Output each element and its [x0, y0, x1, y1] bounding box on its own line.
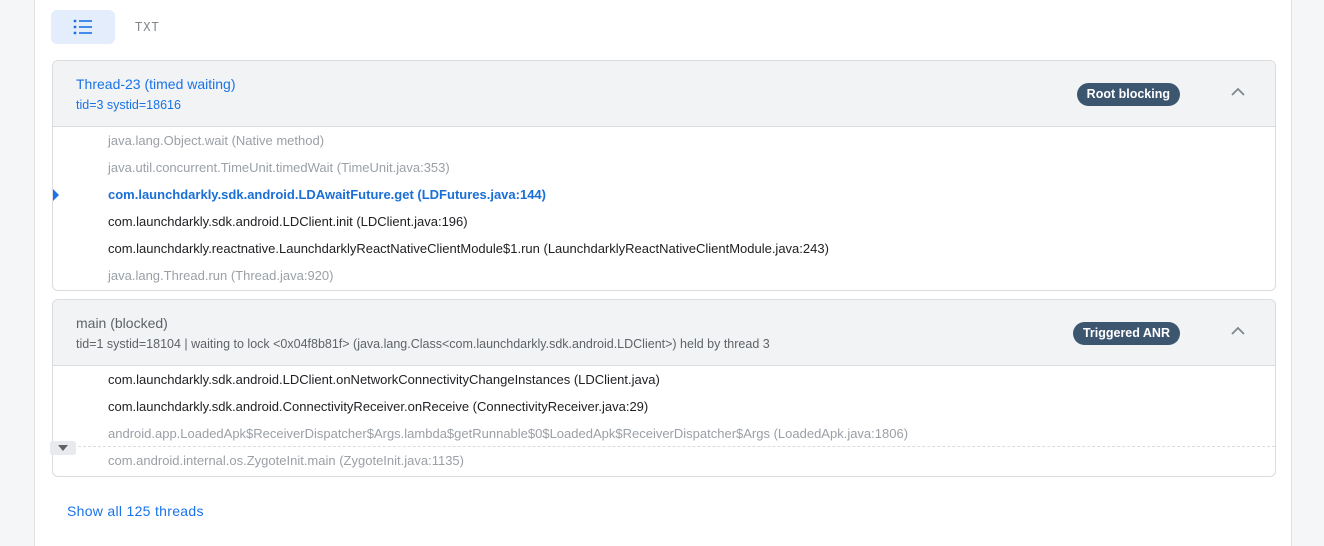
- stack-frame: com.launchdarkly.reactnative.Launchdarkl…: [108, 241, 829, 256]
- stack-frame-highlighted[interactable]: com.launchdarkly.sdk.android.LDAwaitFutu…: [53, 181, 1275, 208]
- threads-panel: TXT Thread-23 (timed waiting) tid=3 syst…: [34, 0, 1292, 546]
- chevron-up-icon[interactable]: [1231, 326, 1245, 336]
- stack-frame-label: com.launchdarkly.sdk.android.LDAwaitFutu…: [108, 187, 546, 202]
- status-badge: Root blocking: [1076, 83, 1180, 106]
- stack-frame: com.launchdarkly.sdk.android.LDClient.in…: [108, 214, 468, 229]
- thread-card-triggered-anr: main (blocked) tid=1 systid=18104 | wait…: [52, 299, 1276, 477]
- current-frame-marker-icon: [53, 188, 59, 202]
- status-badge: Triggered ANR: [1072, 322, 1180, 345]
- stack-frame: com.launchdarkly.sdk.android.Connectivit…: [108, 399, 649, 414]
- thread-ids: tid=1 systid=18104 | waiting to lock <0x…: [76, 337, 770, 351]
- thread-name: Thread-23 (timed waiting): [76, 76, 236, 92]
- view-toolbar: TXT: [51, 10, 160, 44]
- stack-frames: com.launchdarkly.sdk.android.LDClient.on…: [53, 366, 1275, 474]
- stack-frame: com.launchdarkly.sdk.android.LDClient.on…: [108, 372, 660, 387]
- show-all-threads-link[interactable]: Show all 125 threads: [67, 503, 204, 519]
- list-view-button[interactable]: [51, 10, 115, 44]
- stack-frame: java.lang.Thread.run (Thread.java:920): [108, 268, 334, 283]
- stack-frame: java.util.concurrent.TimeUnit.timedWait …: [108, 160, 450, 175]
- stack-frame: java.lang.Object.wait (Native method): [108, 133, 325, 148]
- stack-frame: android.app.LoadedApk$ReceiverDispatcher…: [53, 420, 1275, 447]
- expand-frames-button[interactable]: [50, 441, 76, 455]
- txt-view-button[interactable]: TXT: [135, 20, 160, 34]
- thread-card-root-blocking: Thread-23 (timed waiting) tid=3 systid=1…: [52, 60, 1276, 291]
- chevron-up-icon[interactable]: [1231, 87, 1245, 97]
- stack-frame: com.android.internal.os.ZygoteInit.main …: [108, 453, 464, 468]
- thread-name: main (blocked): [76, 315, 168, 331]
- thread-header[interactable]: main (blocked) tid=1 systid=18104 | wait…: [53, 300, 1275, 366]
- thread-header[interactable]: Thread-23 (timed waiting) tid=3 systid=1…: [53, 61, 1275, 127]
- list-icon: [73, 19, 92, 35]
- thread-ids: tid=3 systid=18616: [76, 98, 181, 112]
- stack-frames: java.lang.Object.wait (Native method) ja…: [53, 127, 1275, 289]
